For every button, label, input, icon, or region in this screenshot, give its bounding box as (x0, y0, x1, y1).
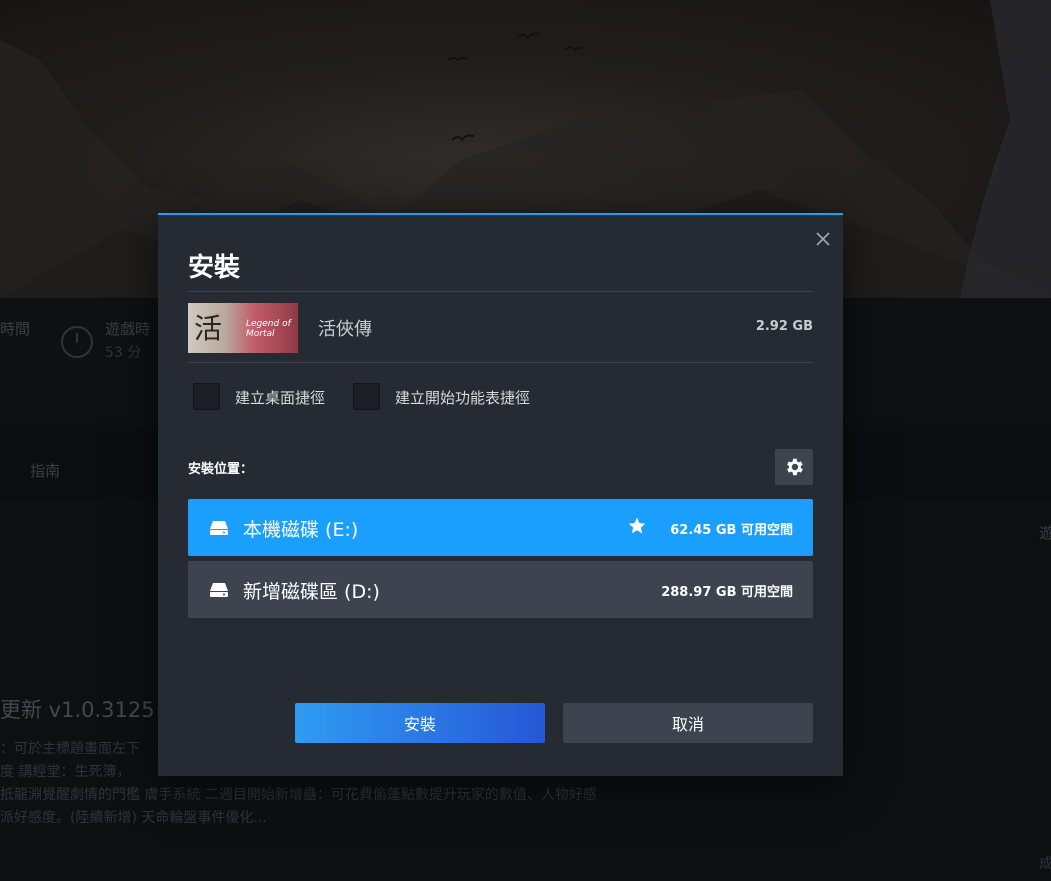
gear-icon (787, 458, 803, 476)
install-button[interactable]: 安裝 (295, 703, 545, 743)
start-menu-shortcut-option[interactable]: 建立開始功能表捷徑 (353, 383, 553, 413)
desktop-shortcut-checkbox[interactable] (193, 383, 220, 410)
cancel-button[interactable]: 取消 (563, 703, 813, 743)
game-name: 活俠傳 (318, 319, 372, 340)
install-location-label: 安裝位置： (188, 462, 254, 477)
drive-option-e[interactable]: 本機磁碟 (E:) 62.45 GB 可用空間 (188, 499, 813, 556)
drive-free-space: 62.45 GB 可用空間 (670, 523, 793, 538)
desktop-shortcut-label: 建立桌面捷徑 (235, 389, 326, 407)
star-icon (628, 517, 646, 534)
divider (188, 291, 813, 292)
hard-drive-icon (210, 521, 228, 535)
drive-name: 新增磁碟區 (D:) (243, 581, 380, 603)
divider (188, 362, 813, 363)
close-icon[interactable] (812, 228, 834, 250)
game-thumbnail: 活 Legend of Mortal (188, 303, 298, 353)
hard-drive-icon (210, 583, 228, 597)
start-menu-shortcut-label: 建立開始功能表捷徑 (395, 389, 531, 407)
start-menu-shortcut-checkbox[interactable] (353, 383, 380, 410)
desktop-shortcut-option[interactable]: 建立桌面捷徑 (193, 383, 343, 413)
game-info-row: 活 Legend of Mortal 活俠傳 2.92 GB (188, 303, 813, 355)
thumb-text: 活 (194, 312, 223, 345)
drive-free-space: 288.97 GB 可用空間 (661, 585, 793, 600)
storage-settings-button[interactable] (775, 449, 813, 485)
drive-option-d[interactable]: 新增磁碟區 (D:) 288.97 GB 可用空間 (188, 561, 813, 618)
thumb-caption: Legend of Mortal (246, 319, 291, 339)
drive-name: 本機磁碟 (E:) (243, 519, 359, 541)
dialog-title: 安裝 (188, 253, 241, 283)
install-dialog: 安裝 活 Legend of Mortal 活俠傳 2.92 GB 建立桌面捷徑… (158, 213, 843, 776)
game-size: 2.92 GB (755, 319, 813, 334)
